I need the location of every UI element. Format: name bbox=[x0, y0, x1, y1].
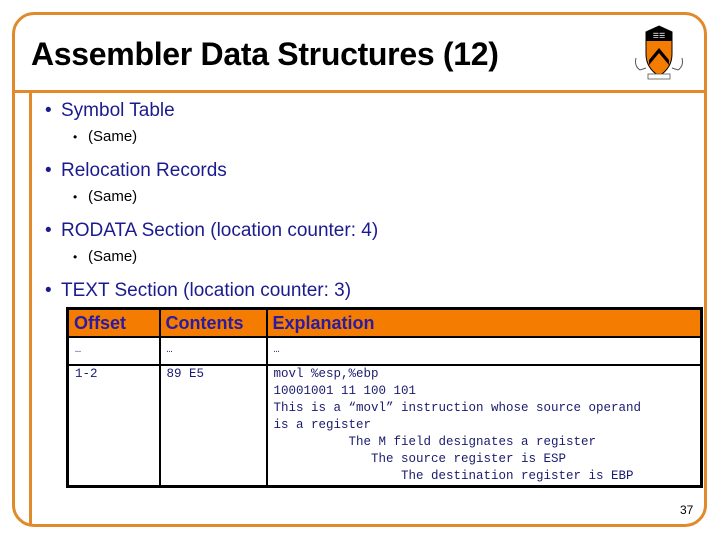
cell-offset: 1-2 bbox=[66, 364, 161, 488]
column-header-contents: Contents bbox=[158, 307, 268, 338]
sub-bullet-label: (Same) bbox=[88, 128, 138, 145]
explanation-line: 10001001 11 100 101 bbox=[273, 384, 417, 398]
cell-explanation: … bbox=[265, 336, 703, 366]
sub-bullet-dot-icon: • bbox=[73, 190, 78, 204]
title-divider bbox=[13, 90, 707, 93]
bullet-label: RODATA Section (location counter: 4) bbox=[61, 220, 379, 241]
text-section-table: Offset Contents Explanation … … … 1-2 89… bbox=[66, 307, 703, 488]
sub-bullet-dot-icon: • bbox=[73, 250, 78, 264]
table-row: … … … bbox=[66, 336, 703, 366]
column-header-explanation: Explanation bbox=[265, 307, 703, 338]
sub-bullet-label: (Same) bbox=[88, 188, 138, 205]
sub-bullet-dot-icon: • bbox=[73, 130, 78, 144]
explanation-line: This is a “movl” instruction whose sourc… bbox=[273, 401, 642, 415]
princeton-shield-icon: ☰☰ bbox=[635, 25, 683, 80]
bullet-label: Symbol Table bbox=[61, 100, 175, 121]
explanation-line: is a register bbox=[273, 418, 372, 432]
slide-title: Assembler Data Structures (12) bbox=[31, 36, 499, 72]
explanation-line: The destination register is EBP bbox=[273, 469, 634, 483]
table-row: 1-2 89 E5 movl %esp,%ebp 10001001 11 100… bbox=[66, 364, 703, 488]
bullet-label: TEXT Section (location counter: 3) bbox=[61, 280, 352, 301]
sub-bullet-label: (Same) bbox=[88, 248, 138, 265]
cell-explanation: movl %esp,%ebp 10001001 11 100 101 This … bbox=[265, 364, 703, 488]
explanation-line: movl %esp,%ebp bbox=[273, 367, 379, 381]
explanation-line: The M field designates a register bbox=[273, 435, 597, 449]
explanation-line: The source register is ESP bbox=[273, 452, 567, 466]
bullet-dot-icon: • bbox=[45, 220, 52, 241]
page-number: 37 bbox=[680, 503, 694, 517]
cell-contents: 89 E5 bbox=[158, 364, 268, 488]
left-accent-line bbox=[29, 92, 32, 525]
svg-text:☰☰: ☰☰ bbox=[653, 32, 666, 40]
bullet-dot-icon: • bbox=[45, 160, 52, 181]
bullet-dot-icon: • bbox=[45, 280, 52, 301]
cell-offset: … bbox=[66, 336, 161, 366]
bullet-label: Relocation Records bbox=[61, 160, 227, 181]
cell-contents: … bbox=[158, 336, 268, 366]
column-header-offset: Offset bbox=[66, 307, 161, 338]
bullet-dot-icon: • bbox=[45, 100, 52, 121]
table-header-row: Offset Contents Explanation bbox=[66, 307, 703, 338]
